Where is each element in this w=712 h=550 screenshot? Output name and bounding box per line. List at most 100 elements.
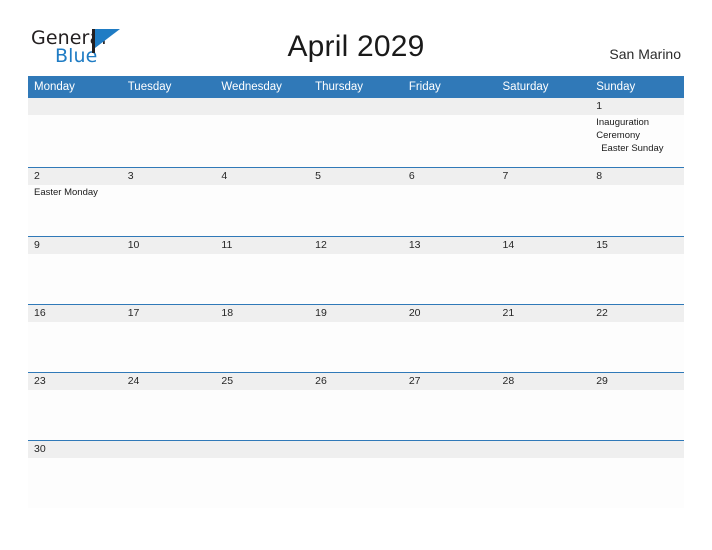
weekday-header-sunday: Sunday: [596, 81, 636, 93]
date-number-25[interactable]: 25: [215, 373, 309, 390]
day-cell-13: [403, 254, 497, 304]
date-number-4[interactable]: 4: [215, 168, 309, 185]
weekday-header-friday: Friday: [408, 81, 441, 93]
date-number-band: 2345678: [28, 168, 684, 185]
day-cell-17: [122, 322, 216, 372]
calendar-week-row: 1 Inauguration Ceremony Easter Sunday: [28, 98, 684, 167]
calendar-week-row: 9 10 11 12 13 14 15: [28, 236, 684, 304]
day-cell-22: [590, 322, 684, 372]
date-number-20[interactable]: 20: [403, 305, 497, 322]
day-cell-15: [590, 254, 684, 304]
date-number-2[interactable]: 2: [28, 168, 122, 185]
date-number-19[interactable]: 19: [309, 305, 403, 322]
date-number-empty: [403, 98, 497, 115]
calendar-week-row: 16 17 18 19 20 21 22: [28, 304, 684, 372]
calendar-weeks: 1 Inauguration Ceremony Easter Sunday 2 3 4 5 6 7…: [28, 98, 684, 508]
date-number-10[interactable]: 10: [122, 237, 216, 254]
calendar-grid: Monday Tuesday Wednesday Thursday Friday Satu…: [28, 76, 684, 508]
date-number-27[interactable]: 27: [403, 373, 497, 390]
day-cell-30: [28, 458, 122, 508]
day-cell-2[interactable]: Easter Monday: [28, 185, 122, 236]
day-cell-empty: [590, 458, 684, 508]
date-number-23[interactable]: 23: [28, 373, 122, 390]
day-cell-21: [497, 322, 591, 372]
region-label: San Marino: [609, 46, 681, 62]
event-label: Easter Sunday: [601, 143, 664, 154]
day-cell-empty: [215, 115, 309, 167]
date-number-28[interactable]: 28: [497, 373, 591, 390]
date-number-empty: [497, 441, 591, 458]
day-cell-empty: [122, 458, 216, 508]
weekday-header-wednesday: Wednesday: [221, 81, 282, 93]
day-cell-empty: [497, 458, 591, 508]
day-cell-empty: [309, 115, 403, 167]
event-label: Inauguration: [596, 117, 650, 128]
date-number-8[interactable]: 8: [590, 168, 684, 185]
event-band: Easter Monday: [28, 185, 684, 236]
date-number-24[interactable]: 24: [122, 373, 216, 390]
event-label: Ceremony: [596, 130, 641, 141]
date-number-empty: [497, 98, 591, 115]
calendar-week-row: 30: [28, 440, 684, 508]
day-cell-5: [309, 185, 403, 236]
date-number-empty: [309, 98, 403, 115]
day-cell-empty: [309, 458, 403, 508]
event-band: [28, 458, 684, 508]
weekday-header-saturday: Saturday: [502, 81, 549, 93]
date-number-13[interactable]: 13: [403, 237, 497, 254]
day-cell-14: [497, 254, 591, 304]
event-label: Easter Monday: [34, 187, 98, 198]
date-number-1[interactable]: 1: [590, 98, 684, 115]
day-cell-19: [309, 322, 403, 372]
calendar-week-row: 2 3 4 5 6 7 8 Easter Monday: [28, 167, 684, 236]
day-cell-6: [403, 185, 497, 236]
weekday-header-thursday: Thursday: [315, 81, 364, 93]
date-number-29[interactable]: 29: [590, 373, 684, 390]
date-number-18[interactable]: 18: [215, 305, 309, 322]
date-number-14[interactable]: 14: [497, 237, 591, 254]
date-number-30[interactable]: 30: [28, 441, 122, 458]
date-number-21[interactable]: 21: [497, 305, 591, 322]
day-cell-empty: [403, 115, 497, 167]
weekday-header-tuesday: Tuesday: [127, 81, 172, 93]
date-number-3[interactable]: 3: [122, 168, 216, 185]
day-cell-23: [28, 390, 122, 440]
date-number-band: 23 24 25 26 27 28 29: [28, 373, 684, 390]
date-number-7[interactable]: 7: [497, 168, 591, 185]
date-number-empty: [215, 441, 309, 458]
day-cell-empty: [215, 458, 309, 508]
day-cell-29: [590, 390, 684, 440]
day-cell-27: [403, 390, 497, 440]
date-number-band: 16 17 18 19 20 21 22: [28, 305, 684, 322]
date-number-5[interactable]: 5: [309, 168, 403, 185]
date-number-17[interactable]: 17: [122, 305, 216, 322]
date-number-11[interactable]: 11: [215, 237, 309, 254]
event-band: [28, 322, 684, 372]
date-number-empty: [309, 441, 403, 458]
date-number-6[interactable]: 6: [403, 168, 497, 185]
date-number-empty: [28, 98, 122, 115]
date-number-band: 30: [28, 441, 684, 458]
day-cell-8: [590, 185, 684, 236]
date-number-15[interactable]: 15: [590, 237, 684, 254]
date-number-empty: [590, 441, 684, 458]
day-cell-3: [122, 185, 216, 236]
date-number-9[interactable]: 9: [28, 237, 122, 254]
day-cell-25: [215, 390, 309, 440]
day-cell-empty: [403, 458, 497, 508]
day-cell-24: [122, 390, 216, 440]
page-title: April 2029: [287, 30, 425, 63]
day-cell-20: [403, 322, 497, 372]
day-cell-18: [215, 322, 309, 372]
date-number-26[interactable]: 26: [309, 373, 403, 390]
day-cell-10: [122, 254, 216, 304]
date-number-band: 9 10 11 12 13 14 15: [28, 237, 684, 254]
day-cell-empty: [28, 115, 122, 167]
date-number-22[interactable]: 22: [590, 305, 684, 322]
day-cell-empty: [122, 115, 216, 167]
day-cell-1[interactable]: Inauguration Ceremony Easter Sunday: [590, 115, 684, 167]
date-number-empty: [215, 98, 309, 115]
date-number-16[interactable]: 16: [28, 305, 122, 322]
date-number-empty: [403, 441, 497, 458]
date-number-12[interactable]: 12: [309, 237, 403, 254]
